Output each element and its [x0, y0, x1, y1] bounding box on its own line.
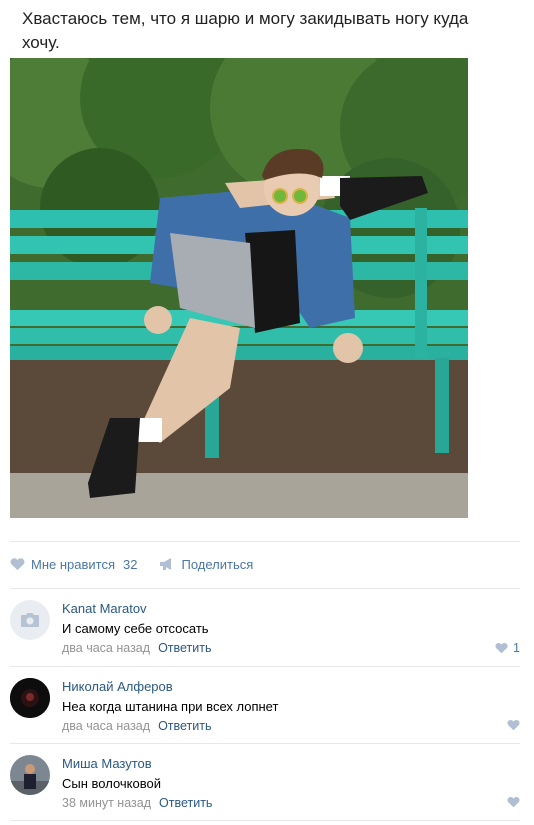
- comment-author[interactable]: Миша Мазутов: [62, 756, 152, 771]
- megaphone-icon: [160, 558, 172, 570]
- avatar[interactable]: [10, 600, 50, 640]
- comment-author[interactable]: Kanat Maratov: [62, 601, 147, 616]
- heart-icon: [507, 720, 520, 731]
- camera-placeholder-icon: [21, 613, 39, 627]
- comment-meta: два часа назад Ответить: [62, 719, 212, 733]
- comment-text: И самому себе отсосать: [62, 621, 209, 636]
- divider: [10, 820, 520, 821]
- heart-icon: [495, 643, 508, 654]
- comment-like-count: 1: [513, 641, 520, 655]
- comment-meta: два часа назад Ответить: [62, 641, 212, 655]
- comment-text: Сын волочковой: [62, 776, 161, 791]
- share-label: Поделиться: [181, 556, 254, 572]
- like-button[interactable]: Мне нравится 32: [10, 557, 137, 572]
- comment-like-button[interactable]: 1: [491, 641, 520, 655]
- comment-author[interactable]: Николай Алферов: [62, 679, 173, 694]
- comment: Миша Мазутов Сын волочковой 38 минут наз…: [10, 744, 520, 820]
- reply-button[interactable]: Ответить: [158, 641, 211, 655]
- like-label: Мне нравится: [31, 556, 116, 572]
- post-text: Хвастаюсь тем, что я шарю и могу закидыв…: [22, 9, 469, 52]
- comment-like-button[interactable]: [503, 796, 520, 808]
- post-actions: Мне нравится 32 Поделиться: [10, 553, 275, 575]
- post-photo[interactable]: [10, 58, 468, 518]
- share-button[interactable]: Поделиться: [159, 557, 253, 572]
- avatar[interactable]: [10, 678, 50, 718]
- comment-meta: 38 минут назад Ответить: [62, 796, 212, 810]
- reply-button[interactable]: Ответить: [158, 719, 211, 733]
- comment-time[interactable]: 38 минут назад: [62, 796, 151, 810]
- comment-time[interactable]: два часа назад: [62, 641, 150, 655]
- comment-time[interactable]: два часа назад: [62, 719, 150, 733]
- comment: Kanat Maratov И самому себе отсосать два…: [10, 589, 520, 665]
- avatar-image: [10, 678, 50, 718]
- heart-icon: [10, 558, 25, 571]
- reply-button[interactable]: Ответить: [159, 796, 212, 810]
- avatar-image: [10, 755, 50, 795]
- avatar[interactable]: [10, 755, 50, 795]
- comment-text: Неа когда штанина при всех лопнет: [62, 699, 279, 714]
- like-count: 32: [123, 556, 138, 572]
- divider: [10, 541, 520, 542]
- comment-like-button[interactable]: [503, 719, 520, 731]
- comment: Николай Алферов Неа когда штанина при вс…: [10, 667, 520, 743]
- heart-icon: [507, 797, 520, 808]
